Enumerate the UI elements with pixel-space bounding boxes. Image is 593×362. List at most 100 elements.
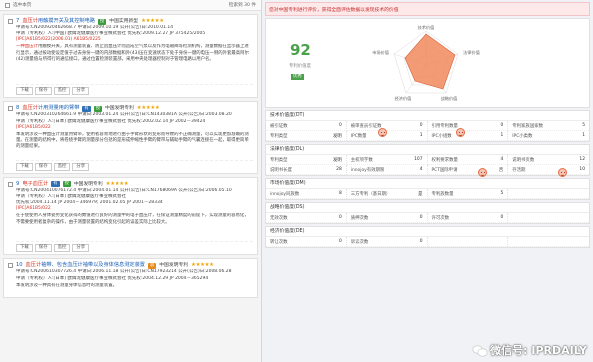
metric-value: 是 — [418, 191, 423, 197]
share-button[interactable]: 分享 — [72, 244, 90, 253]
metric-cell: 专利族数量 5 — [427, 189, 509, 199]
metric-cell: 权利要求数量 4 — [427, 155, 509, 165]
select-page-checkbox[interactable] — [5, 2, 10, 8]
rating-stars: ★★★★★ — [136, 105, 160, 112]
monitor-button[interactable]: 监控 — [53, 87, 71, 96]
metric-cell: 专利类型 发明 — [266, 155, 347, 165]
metric-cell: 三方专利（基日期） 是 — [346, 189, 428, 199]
ipc-code[interactable]: [IPC]A61B5/022 — [16, 206, 253, 212]
value-radar-chart: 技术价值 法律价值 战略价值 经济价值 市场价值 — [372, 24, 480, 102]
title-highlight: 血压计 — [22, 105, 38, 112]
share-button[interactable]: 分享 — [72, 162, 90, 171]
monitor-button[interactable]: 监控 — [53, 244, 71, 253]
metric-value: 5 — [582, 123, 585, 128]
metric-label: 转让次数 — [270, 239, 288, 245]
result-card: 10 血压计袖带、包含血压计袖带以及身体信息测定装置 驳 中国发明专利 ★★★★… — [3, 258, 258, 298]
result-card: 7 血压计用触摸开关及其控制电路 授 中国实用新型 ★★★★★ 申请号:CN20… — [3, 14, 258, 99]
metric-label: IPC小组数 — [431, 133, 452, 139]
save-button[interactable]: 保存 — [34, 162, 52, 171]
radar-value-shape — [404, 33, 456, 90]
abstract-text: 本发明涉及一种血压计测量用臂带，使用者容易地进行由于手臂形状的变形而导致的不正确… — [16, 131, 249, 149]
metric-label: 质押次数 — [350, 215, 369, 221]
metric-value: 0 — [338, 239, 342, 244]
share-button[interactable]: 分享 — [72, 87, 90, 96]
result-meta-line: 申请（专利权）人:[日本] 欧姆龙健康医疗事业株式会社 优先权:2004.12.… — [16, 275, 209, 281]
metric-cell — [427, 237, 509, 247]
result-abstract: 在于使使用人身体姿势变化获得的数值进行良好的测量中的电子血压计，在保证测量精度的… — [16, 213, 253, 238]
metric-value: 28 — [336, 167, 342, 172]
result-abstract: 本发明涉及一种血压计测量用臂带，使用者容易地进行由于手臂形状的变形而导致的不正确… — [16, 132, 253, 157]
select-page-label: 选中本页 — [13, 3, 32, 8]
metric-label: 专利类型 — [270, 157, 288, 163]
metric-value: 0 — [338, 215, 342, 220]
metric-cell: innojoy同族数 8 — [266, 189, 347, 199]
abstract-text: 在于使使用人身体姿势变化获得的数值进行良好的测量中的电子血压计，在保证测量精度的… — [16, 213, 249, 225]
result-checkbox[interactable] — [8, 263, 13, 269]
title-highlight: 电子血压计 — [22, 180, 49, 187]
metric-label: 说明书长度 — [270, 167, 292, 173]
result-number: 8 — [16, 105, 20, 112]
metric-cell: 引用专利数量 0 — [427, 121, 509, 131]
metric-value: 10 — [579, 167, 585, 172]
metric-value: 发明 — [332, 157, 342, 163]
metric-label: 被引证数 — [270, 123, 288, 129]
result-title-link[interactable]: 血压计袖带、包含血压计袖带以及身体信息测定装置 — [26, 262, 145, 269]
metric-cell: 被引证数 0 — [266, 121, 347, 131]
title-highlight: 血压计 — [25, 262, 42, 269]
metric-label: IPC小类数 — [512, 133, 533, 139]
metric-value: 0 — [419, 239, 423, 244]
metric-cell: 被审查员引证数 0 — [346, 121, 428, 131]
patent-type: 中国发明专利 — [73, 181, 103, 187]
metric-value: 4 — [419, 167, 423, 172]
result-title-link[interactable]: 血压计用触摸开关及其控制电路 — [22, 18, 95, 25]
search-results-pane: 选中本页 检索到 30 件 7 血压计用触摸开关及其控制电路 授 中国实用新型 … — [0, 0, 262, 362]
result-title-link[interactable]: 血压计计用测量用的臂带 — [22, 105, 79, 112]
result-title-link[interactable]: 电子血压计 — [22, 181, 48, 188]
patent-type: 中国发明专利 — [159, 263, 189, 269]
result-abstract: 本发明涉及一种具有在测量身体信息时的测量装置。 — [16, 283, 253, 295]
section-title: 市场价值度(DM) — [266, 179, 589, 189]
metric-label: 存活期 — [512, 167, 526, 173]
select-page-control[interactable]: 选中本页 — [5, 2, 31, 8]
metric-label: 被审查员引证数 — [350, 123, 382, 129]
radar-axis-label: 法律价值 — [463, 49, 480, 56]
result-meta-line: 申请号:CN200610307726.4 申请日:2006.11.18 公开(公… — [16, 269, 232, 275]
abstract-text: 用触摸开关，具有测量装置、防止因血压计而造成空气泵以及作为电磁阀等检测机构，测量… — [16, 44, 249, 62]
metric-label: IPC数量 — [350, 133, 367, 139]
section-title: 技术价值度(DT) — [266, 111, 589, 121]
result-checkbox[interactable] — [8, 19, 13, 24]
radar-axis-label: 市场价值 — [372, 49, 389, 56]
wechat-watermark: 微信号: IPRDAILY — [473, 342, 587, 358]
metric-value: 0 — [338, 123, 342, 128]
metric-label: innojoy有效期限 — [350, 167, 385, 173]
download-button[interactable]: 下载 — [16, 244, 33, 253]
download-button[interactable]: 下载 — [16, 87, 33, 96]
save-button[interactable]: 保存 — [34, 87, 52, 96]
metric-value: 12 — [579, 157, 585, 162]
download-button[interactable]: 下载 — [16, 162, 33, 171]
ipc-code[interactable]: [IPC]A61B5/022(2006.01) A61B5/0225 — [16, 37, 253, 43]
ipc-code[interactable]: [IPC]A61B5/022 — [16, 125, 253, 131]
save-button[interactable]: 保存 — [34, 244, 52, 253]
value-grade-badge: 优秀 — [291, 74, 304, 80]
metric-cell: 许可次数 0 — [427, 213, 509, 223]
result-card: 8 血压计计用测量用的臂带 有 授 中国发明专利 ★★★★★ 申请号:CN200… — [3, 101, 258, 174]
result-checkbox[interactable] — [8, 106, 13, 112]
notice-banner: 您对中国专利进行评价，获得全面评估数据以发现技术的价值 — [265, 2, 590, 16]
section-title: 经济价值度(DE) — [266, 227, 589, 237]
smiley-icon — [378, 128, 387, 137]
metric-value: 5 — [500, 191, 504, 196]
metric-cell — [508, 213, 589, 223]
rating-stars: ★★★★★ — [141, 18, 164, 24]
title-rest: 袖带、包含血压计袖带以及身体信息测定装置 — [41, 262, 145, 269]
metric-value: 0 — [500, 215, 504, 220]
tech-value-section: 技术价值度(DT) 被引证数 0 被审查员引证数 0 引用专利数量 0 专利家族国家数 5 专利… — [265, 110, 590, 142]
result-checkbox[interactable] — [8, 181, 13, 187]
patent-value-pane: 您对中国专利进行评价，获得全面评估数据以发现技术的价值 92 专利价值度 优秀 … — [262, 0, 593, 362]
value-score-panel: 92 专利价值度 优秀 技术价值 法律价值 战略价值 经济价值 市场价值 — [265, 18, 590, 108]
result-number: 10 — [16, 262, 23, 269]
metric-label: 主权项字数 — [350, 157, 373, 163]
metric-cell: 存活期 10 — [508, 165, 589, 175]
monitor-button[interactable]: 监控 — [53, 162, 71, 171]
status-badge: 有 — [82, 105, 91, 112]
